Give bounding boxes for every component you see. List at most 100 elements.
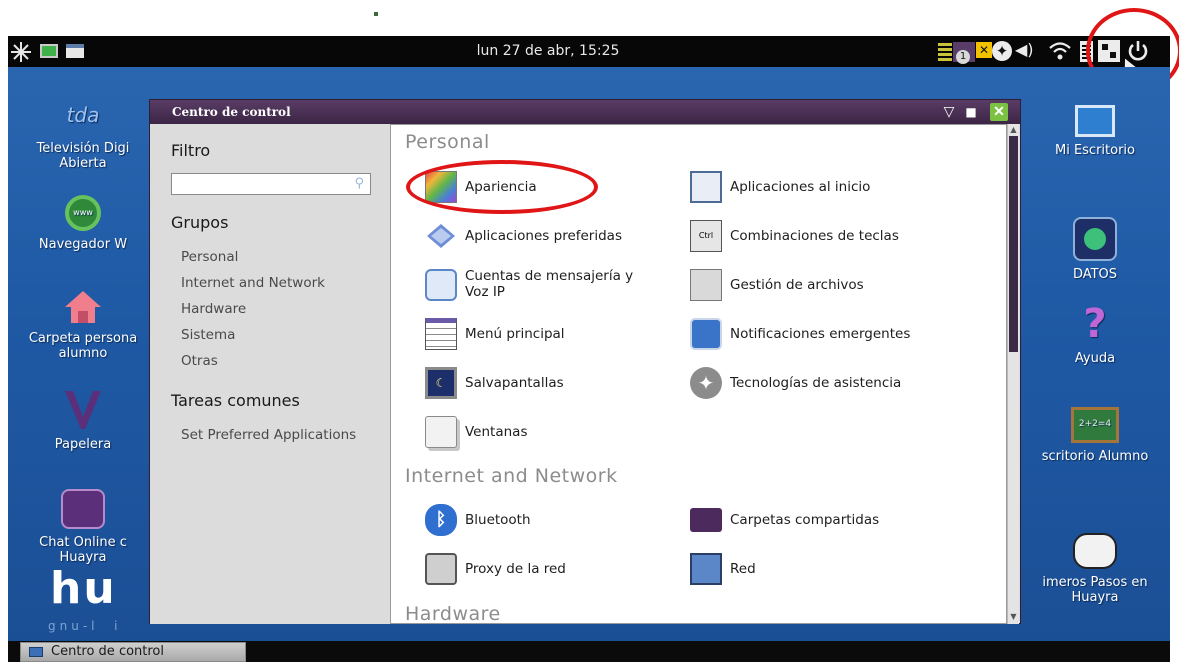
- desktop-icon-datos[interactable]: DATOS: [1020, 217, 1170, 282]
- scroll-up-icon[interactable]: ▲: [1009, 125, 1018, 135]
- help-icon: ?: [1083, 301, 1107, 347]
- wifi-icon[interactable]: [1048, 40, 1072, 62]
- startup-apps-icon: [690, 171, 722, 203]
- screensaver-icon: ☾: [425, 367, 457, 399]
- item-combinaciones-de-teclas[interactable]: Ctrl Combinaciones de teclas: [690, 218, 990, 254]
- main-menu-icon: [425, 318, 457, 350]
- window-titlebar[interactable]: Centro de control ▽ ■ ✕: [150, 100, 1020, 124]
- item-label: Combinaciones de teclas: [730, 228, 899, 244]
- desktop-icon-tv[interactable]: tda Televisión Digi Abierta: [8, 95, 158, 171]
- window-icon: [29, 647, 43, 657]
- groups-heading: Grupos: [171, 213, 229, 232]
- tray-badge: 1: [956, 50, 970, 64]
- group-personal[interactable]: Personal: [181, 249, 238, 265]
- item-label: Menú principal: [465, 326, 565, 342]
- desktop-icon-label: Carpeta persona alumno: [28, 331, 138, 361]
- brand-logo: hu: [50, 563, 117, 614]
- section-heading-personal: Personal: [405, 131, 490, 153]
- scroll-down-icon[interactable]: ▼: [1009, 612, 1018, 622]
- trash-icon: [61, 387, 105, 431]
- chalkboard-icon: 2+2=4: [1071, 407, 1119, 443]
- desktop-icon-label: Navegador W: [38, 237, 128, 252]
- preferred-apps-icon: [425, 220, 457, 252]
- item-label: Notificaciones emergentes: [730, 326, 911, 342]
- item-ventanas[interactable]: Ventanas: [425, 414, 665, 450]
- desktop-icon-browser[interactable]: www Navegador W: [8, 195, 158, 252]
- item-aplicaciones-preferidas[interactable]: Aplicaciones preferidas: [425, 218, 665, 254]
- item-aplicaciones-al-inicio[interactable]: Aplicaciones al inicio: [690, 169, 990, 205]
- item-salvapantallas[interactable]: ☾ Salvapantallas: [425, 365, 665, 401]
- desktop-icon-my-desktop[interactable]: Mi Escritorio: [1020, 105, 1170, 158]
- group-hardware[interactable]: Hardware: [181, 301, 246, 317]
- item-bluetooth[interactable]: ᛒ Bluetooth: [425, 502, 665, 538]
- item-label: Tecnologías de asistencia: [730, 375, 902, 391]
- item-carpetas-compartidas[interactable]: Carpetas compartidas: [690, 502, 990, 538]
- vertical-scrollbar[interactable]: ▲ ▼: [1007, 124, 1019, 624]
- item-cuentas-de-mensajeria[interactable]: Cuentas de mensajería y Voz IP: [425, 267, 675, 303]
- desktop-icon-student-desktop[interactable]: 2+2=4 scritorio Alumno: [1020, 407, 1170, 464]
- bluetooth-icon: ᛒ: [425, 504, 457, 536]
- desktop-icon-help[interactable]: ? Ayuda: [1020, 303, 1170, 366]
- tda-logo-icon: tda: [66, 103, 100, 127]
- brand-subtitle: gnu-l i: [48, 619, 122, 633]
- taskbar-item-control-center[interactable]: Centro de control: [20, 642, 246, 662]
- desktop-icon-label: imeros Pasos en Huayra: [1042, 575, 1148, 605]
- close-button[interactable]: ✕: [990, 103, 1008, 121]
- group-sistema[interactable]: Sistema: [181, 327, 235, 343]
- accessibility-icon[interactable]: ✦: [992, 41, 1012, 61]
- desktop-icon-chat[interactable]: Chat Online c Huayra: [8, 489, 158, 565]
- item-label: Ventanas: [465, 424, 528, 440]
- item-label: Cuentas de mensajería y Voz IP: [465, 268, 634, 300]
- app-indicator-icon[interactable]: [938, 43, 952, 61]
- item-tecnologias-de-asistencia[interactable]: ✦ Tecnologías de asistencia: [690, 365, 990, 401]
- desktop-icon-label: Papelera: [54, 437, 112, 452]
- desktop-icon-label: Mi Escritorio: [1054, 143, 1135, 158]
- item-proxy-de-la-red[interactable]: Proxy de la red: [425, 551, 665, 587]
- scroll-thumb[interactable]: [1009, 136, 1018, 352]
- item-label: Proxy de la red: [465, 561, 566, 577]
- taskbar-item-label: Centro de control: [51, 644, 165, 659]
- shared-folders-icon: [690, 508, 722, 532]
- notifications-icon: [690, 318, 722, 350]
- cow-icon: [1073, 533, 1117, 569]
- volume-icon[interactable]: ◀): [1015, 40, 1034, 59]
- desktop-icon-first-steps[interactable]: imeros Pasos en Huayra: [1020, 533, 1170, 605]
- item-notificaciones-emergentes[interactable]: Notificaciones emergentes: [690, 316, 990, 352]
- maximize-button[interactable]: ■: [962, 103, 980, 121]
- item-label: Red: [730, 561, 756, 577]
- search-input[interactable]: ⚲: [171, 173, 371, 195]
- desktop-monitor-icon: [1075, 105, 1115, 137]
- desktop-icon-label: DATOS: [1072, 267, 1118, 282]
- group-internet-network[interactable]: Internet and Network: [181, 275, 325, 291]
- decorative-dot: [374, 12, 378, 16]
- taskbar: Centro de control: [8, 641, 1170, 662]
- desktop-icon-label: Chat Online c Huayra: [39, 535, 127, 565]
- item-label: Bluetooth: [465, 512, 531, 528]
- item-menu-principal[interactable]: Menú principal: [425, 316, 665, 352]
- windows-icon: [425, 416, 457, 448]
- desktop-icon-trash[interactable]: Papelera: [8, 387, 158, 452]
- section-heading-hardware: Hardware: [405, 603, 501, 624]
- group-otras[interactable]: Otras: [181, 353, 218, 369]
- item-label: Carpetas compartidas: [730, 512, 880, 528]
- task-set-preferred-applications[interactable]: Set Preferred Applications: [181, 427, 356, 443]
- sidebar: Filtro ⚲ Grupos Personal Internet and Ne…: [150, 124, 390, 624]
- desktop-icon-label: scritorio Alumno: [1041, 449, 1149, 464]
- window-title: Centro de control: [172, 105, 291, 119]
- proxy-icon: [425, 553, 457, 585]
- item-label: Salvapantallas: [465, 375, 564, 391]
- window-menu-button[interactable]: ▽: [940, 103, 958, 121]
- common-tasks-heading: Tareas comunes: [171, 391, 300, 410]
- item-red[interactable]: Red: [690, 551, 990, 587]
- item-gestion-de-archivos[interactable]: Gestión de archivos: [690, 267, 990, 303]
- desktop-icon-label: Televisión Digi Abierta: [36, 141, 130, 171]
- chat-icon: [61, 489, 105, 529]
- keyboard-shortcuts-icon: Ctrl: [690, 220, 722, 252]
- item-label: Aplicaciones preferidas: [465, 228, 622, 244]
- desktop-icon-label: Ayuda: [1074, 351, 1116, 366]
- clock[interactable]: lun 27 de abr, 15:25: [8, 43, 1088, 59]
- desktop-icon-home-folder[interactable]: Carpeta persona alumno: [8, 289, 158, 361]
- globe-icon: www: [65, 195, 101, 231]
- network-icon: [690, 553, 722, 585]
- warning-icon[interactable]: ✕: [976, 42, 992, 58]
